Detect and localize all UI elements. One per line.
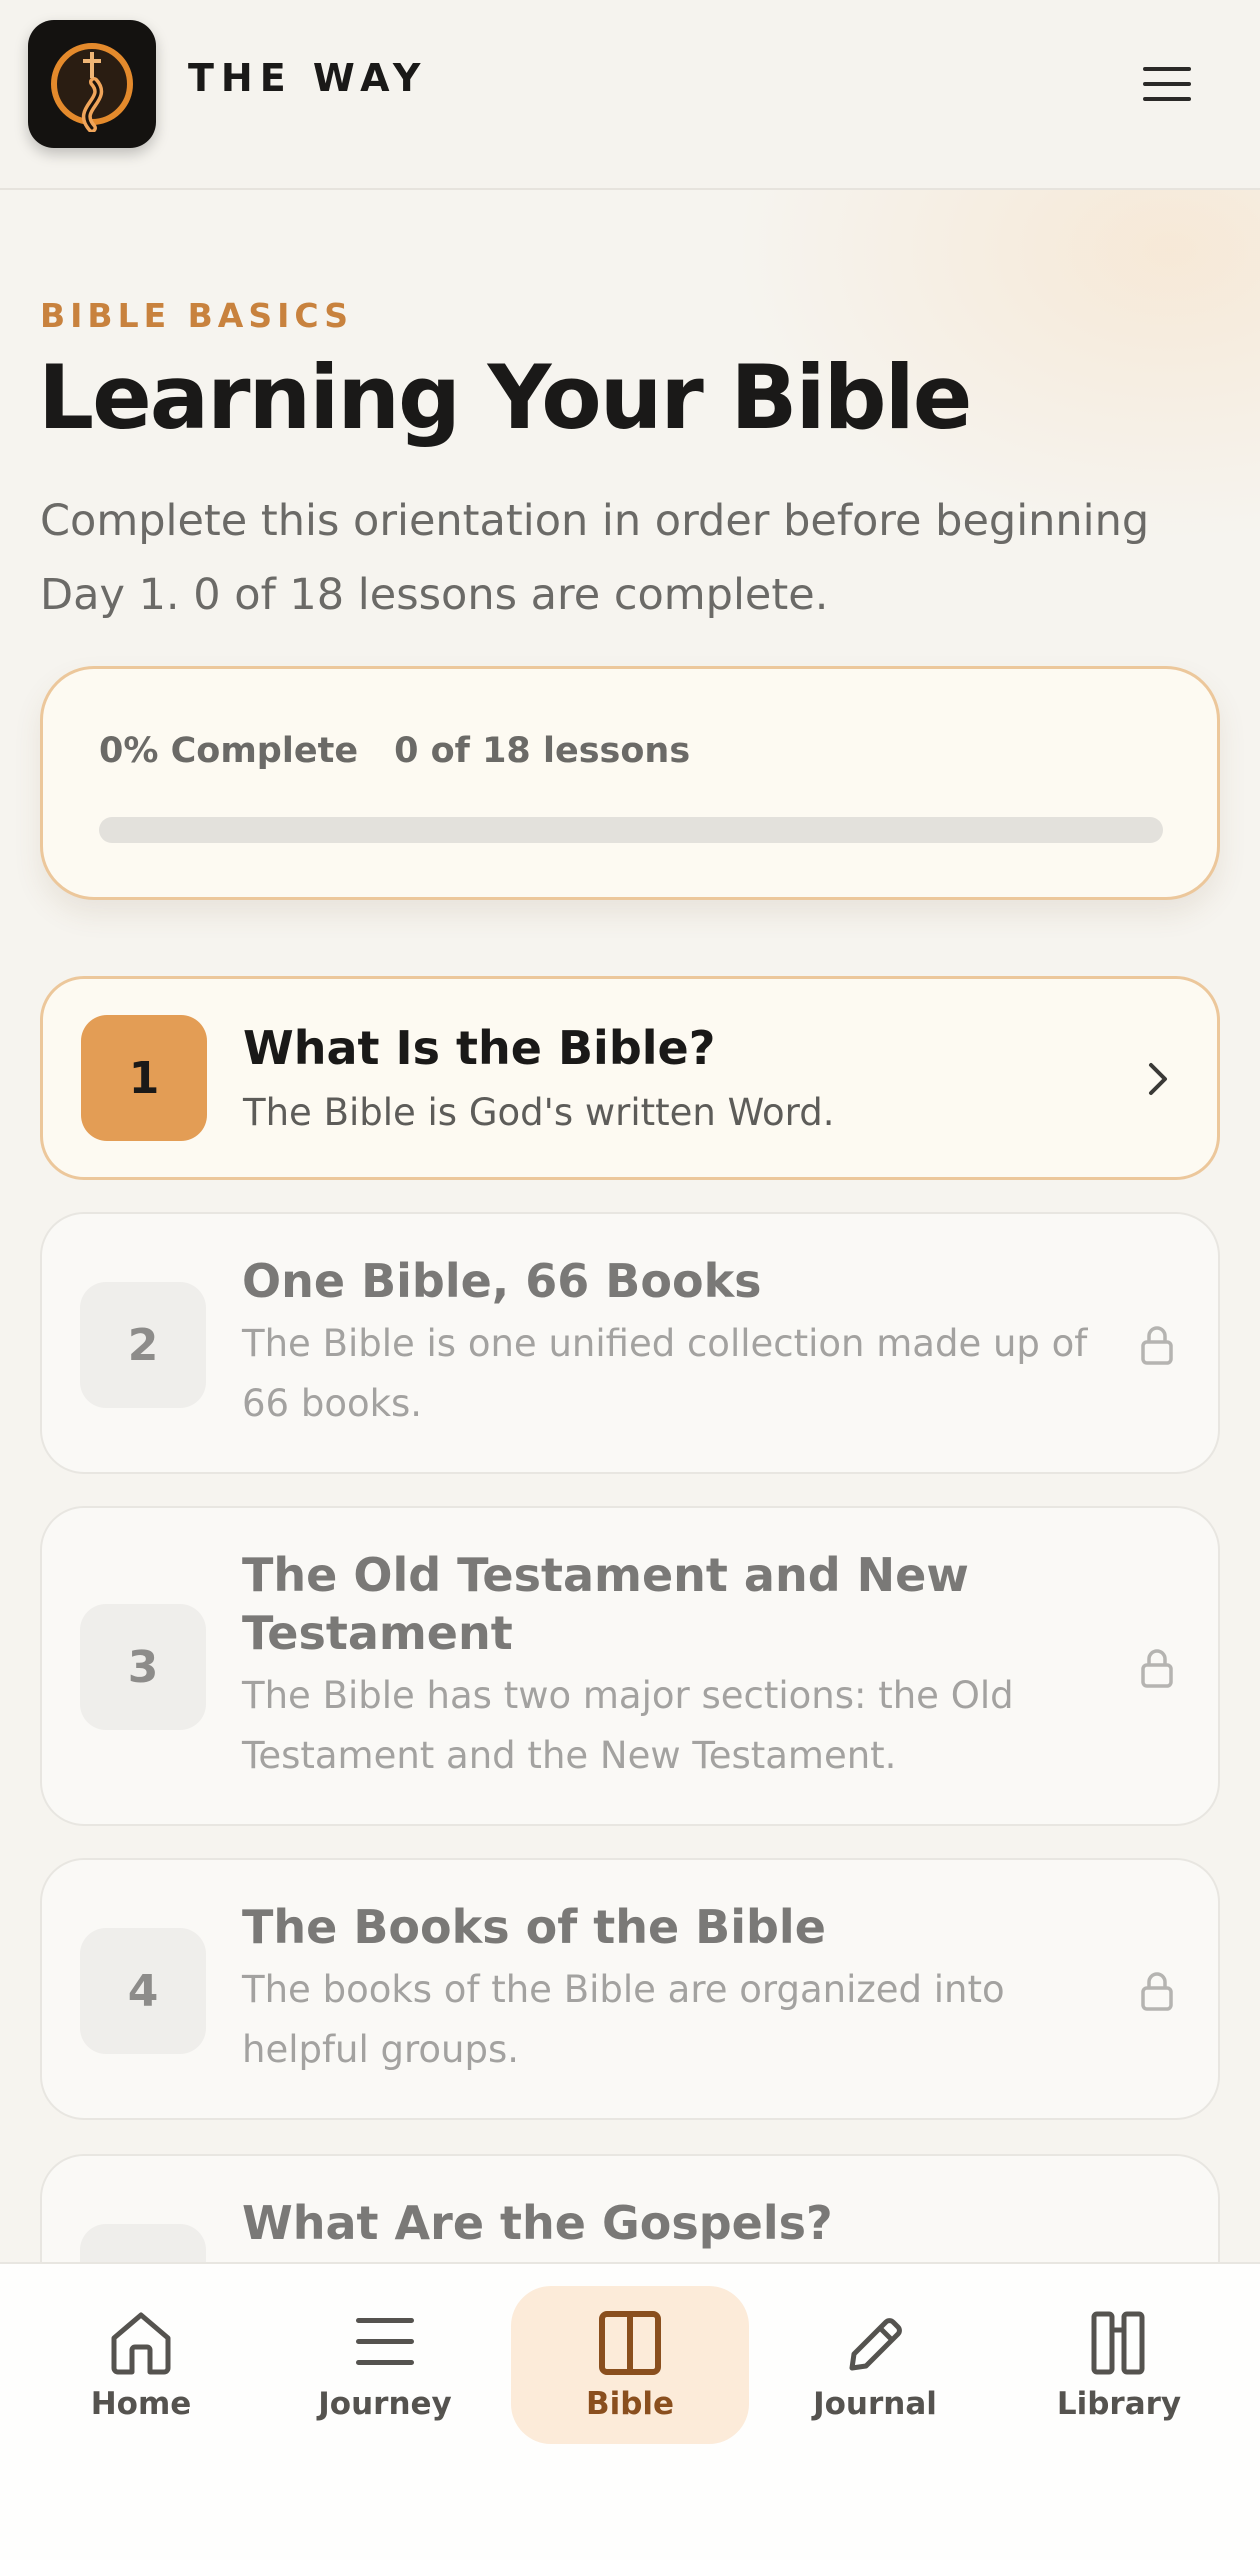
- lesson-card-2[interactable]: 2 One Bible, 66 Books The Bible is one u…: [40, 1212, 1220, 1474]
- lesson-description: The Bible has two major sections: the Ol…: [242, 1674, 1014, 1777]
- lesson-number-badge: 4: [80, 1928, 206, 2054]
- lesson-title: What Is the Bible?: [243, 1021, 716, 1075]
- nav-journey[interactable]: Journey: [266, 2286, 504, 2444]
- nav-label: Bible: [585, 2386, 675, 2422]
- home-icon: [111, 2312, 171, 2375]
- brand-name: THE WAY: [188, 56, 428, 100]
- progress-count-label: 0 of 18 lessons: [394, 731, 691, 771]
- lesson-card-3[interactable]: 3 The Old Testament and New Testament Th…: [40, 1506, 1220, 1826]
- open-book-icon: [599, 2311, 661, 2375]
- lesson-number-badge: 2: [80, 1282, 206, 1408]
- lesson-title: The Old Testament and New Testament: [242, 1548, 969, 1660]
- lesson-title: What Are the Gospels?: [242, 2196, 833, 2250]
- page-title: Learning Your Bible: [38, 346, 972, 449]
- pencil-icon: [849, 2318, 902, 2371]
- lesson-description: The Bible is one unified collection made…: [242, 1322, 1088, 1425]
- nav-label: Journey: [318, 2386, 452, 2422]
- bottom-navigation: Home Journey Bible Journal Library: [0, 2262, 1260, 2560]
- nav-journal[interactable]: Journal: [756, 2286, 994, 2444]
- lesson-card-4[interactable]: 4 The Books of the Bible The books of th…: [40, 1858, 1220, 2120]
- lesson-description: The Bible is God's written Word.: [243, 1091, 835, 1134]
- chevron-right-icon: [1133, 1054, 1183, 1104]
- lesson-number-badge: 3: [80, 1604, 206, 1730]
- road-cross-logo-icon: [51, 43, 133, 132]
- progress-card: 0% Complete 0 of 18 lessons: [40, 666, 1220, 900]
- lock-icon: [1132, 1966, 1182, 2016]
- progress-percent-label: 0% Complete: [99, 731, 359, 771]
- nav-bible[interactable]: Bible: [511, 2286, 749, 2444]
- nav-label: Journal: [813, 2386, 937, 2422]
- app-header: THE WAY: [0, 0, 1260, 190]
- section-eyebrow: BIBLE BASICS: [40, 296, 353, 335]
- hamburger-menu-icon: [1143, 67, 1191, 101]
- lesson-title: The Books of the Bible: [242, 1900, 826, 1954]
- page-subtitle: Complete this orientation in order befor…: [40, 496, 1150, 620]
- library-icon: [1091, 2311, 1145, 2375]
- progress-bar: [99, 817, 1163, 843]
- menu-button[interactable]: [1130, 52, 1204, 116]
- app-logo[interactable]: [28, 20, 156, 148]
- progress-summary: 0% Complete 0 of 18 lessons: [99, 731, 690, 771]
- nav-library[interactable]: Library: [1000, 2286, 1238, 2444]
- nav-label: Home: [90, 2386, 192, 2422]
- lesson-card-1[interactable]: 1 What Is the Bible? The Bible is God's …: [40, 976, 1220, 1180]
- lesson-description: The books of the Bible are organized int…: [242, 1968, 1005, 2071]
- nav-label: Library: [1056, 2386, 1182, 2422]
- list-icon: [356, 2318, 414, 2365]
- lesson-number-badge: 1: [81, 1015, 207, 1141]
- lock-icon: [1132, 1320, 1182, 1370]
- lesson-title: One Bible, 66 Books: [242, 1254, 762, 1308]
- lock-icon: [1132, 1643, 1182, 1693]
- nav-home[interactable]: Home: [22, 2286, 260, 2444]
